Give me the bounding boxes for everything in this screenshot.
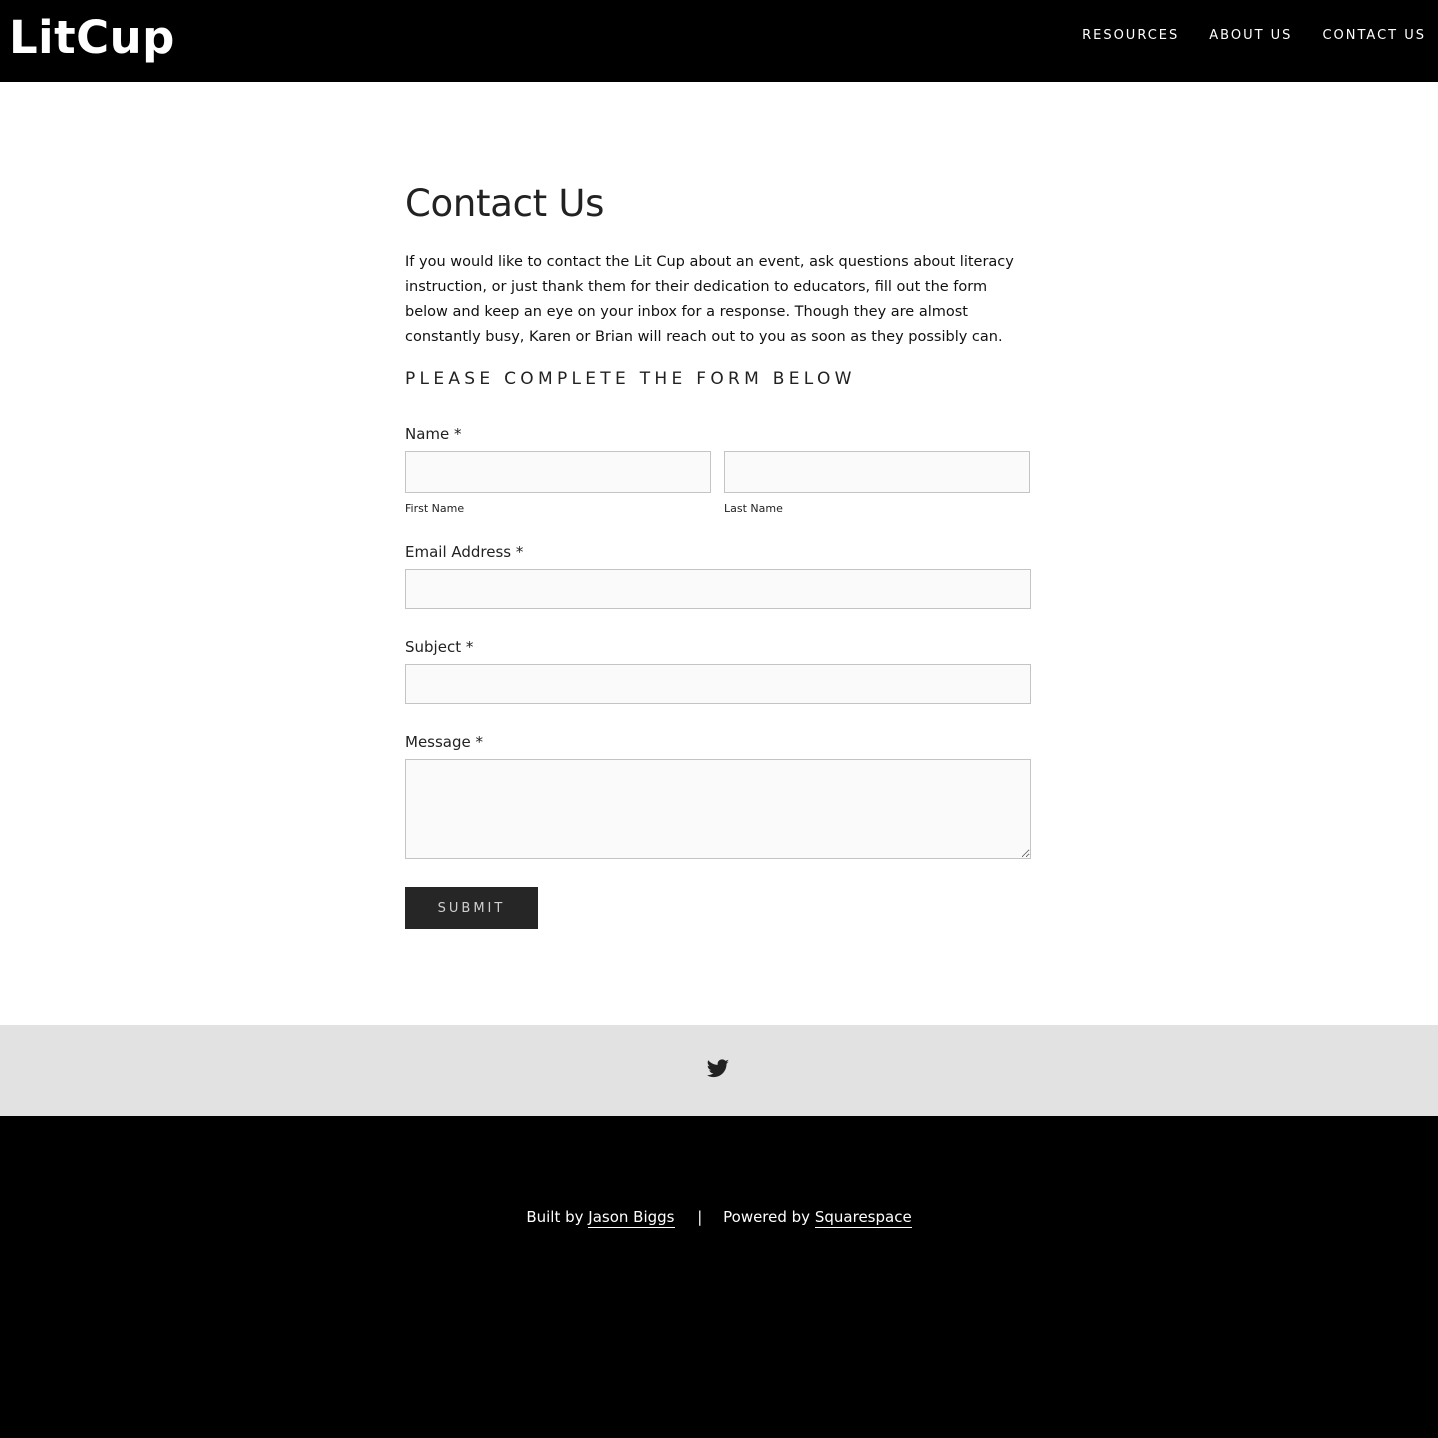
submit-button[interactable]: SUBMIT: [405, 887, 538, 929]
site-header: LitCup RESOURCES ABOUT US CONTACT US: [0, 0, 1438, 82]
site-footer: Built by Jason Biggs | Powered by Square…: [0, 1116, 1438, 1438]
subject-input[interactable]: [405, 664, 1031, 704]
footer-credits: Built by Jason Biggs | Powered by Square…: [0, 1206, 1438, 1228]
squarespace-link[interactable]: Squarespace: [814, 1208, 912, 1228]
first-name-input[interactable]: [405, 451, 711, 493]
message-textarea[interactable]: [405, 759, 1031, 859]
first-name-sublabel: First Name: [405, 502, 465, 515]
built-by-text: Built by: [526, 1208, 584, 1226]
email-label: Email Address *: [405, 543, 524, 561]
name-label: Name *: [405, 425, 462, 443]
footer-separator: |: [697, 1208, 703, 1226]
intro-paragraph: If you would like to contact the Lit Cup…: [405, 254, 1014, 345]
subject-label: Subject *: [405, 638, 474, 656]
message-label: Message *: [405, 733, 484, 751]
main-nav: RESOURCES ABOUT US CONTACT US: [1082, 28, 1426, 44]
form-heading: PLEASE COMPLETE THE FORM BELOW: [405, 369, 856, 389]
twitter-icon[interactable]: [706, 1057, 730, 1081]
nav-item-resources[interactable]: RESOURCES: [1082, 28, 1179, 44]
nav-item-about-us[interactable]: ABOUT US: [1209, 28, 1292, 44]
social-bar: [0, 1025, 1438, 1116]
twitter-icon-glyph: [706, 1059, 729, 1078]
nav-item-contact-us[interactable]: CONTACT US: [1322, 28, 1426, 44]
site-logo[interactable]: LitCup: [9, 10, 175, 66]
last-name-input[interactable]: [724, 451, 1030, 493]
last-name-sublabel: Last Name: [724, 502, 783, 515]
page-title: Contact Us: [405, 182, 605, 225]
jason-biggs-link[interactable]: Jason Biggs: [588, 1208, 675, 1228]
main-content: Contact Us If you would like to contact …: [405, 176, 1031, 391]
powered-by-text: Powered by: [723, 1208, 811, 1226]
email-input[interactable]: [405, 569, 1031, 609]
